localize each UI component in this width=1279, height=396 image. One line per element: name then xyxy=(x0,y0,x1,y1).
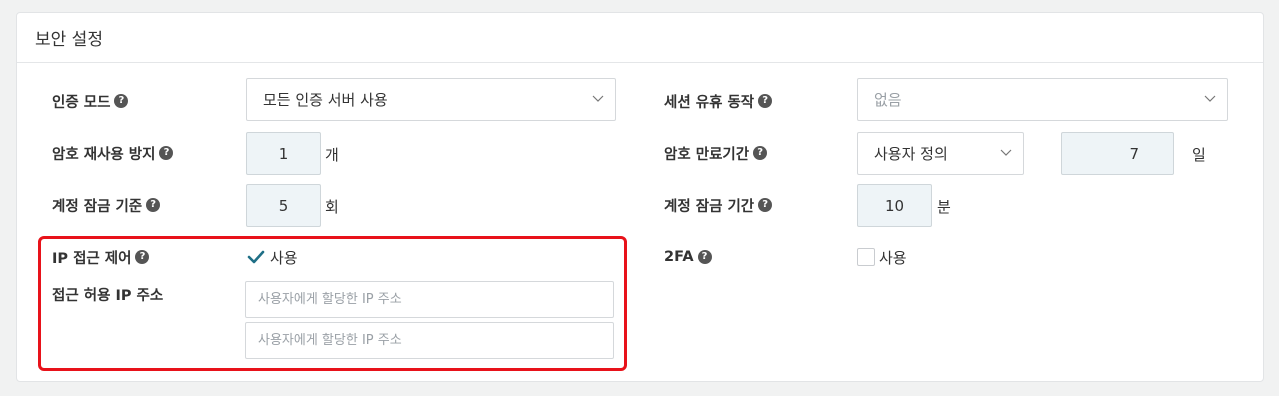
lock-threshold-label-text: 계정 잠금 기준 xyxy=(52,198,143,215)
twofa-label: 2FA ? xyxy=(664,247,712,267)
lock-threshold-label: 계정 잠금 기준 ? xyxy=(52,195,161,215)
panel-title: 보안 설정 xyxy=(17,13,1263,63)
session-action-value: 없음 xyxy=(874,91,902,109)
chevron-down-icon xyxy=(1000,149,1012,156)
help-icon[interactable]: ? xyxy=(758,198,773,212)
pw-expiry-unit: 일 xyxy=(1192,146,1206,164)
lock-threshold-input[interactable]: 5 xyxy=(246,184,321,227)
pw-expiry-type-select[interactable]: 사용자 정의 xyxy=(857,132,1024,175)
pw-reuse-input[interactable]: 1 xyxy=(246,132,321,175)
lock-duration-unit: 분 xyxy=(937,198,951,216)
pw-expiry-label: 암호 만료기간 ? xyxy=(664,143,768,163)
help-icon[interactable]: ? xyxy=(114,94,129,108)
chevron-down-icon xyxy=(592,95,604,102)
lock-threshold-unit: 회 xyxy=(325,198,339,216)
help-icon[interactable]: ? xyxy=(758,94,773,108)
pw-reuse-label: 암호 재사용 방지 ? xyxy=(52,143,174,163)
highlight-box xyxy=(38,236,627,371)
help-icon[interactable]: ? xyxy=(753,146,768,160)
auth-mode-label: 인증 모드 ? xyxy=(52,91,129,111)
auth-mode-label-text: 인증 모드 xyxy=(52,94,111,111)
auth-mode-value: 모든 인증 서버 사용 xyxy=(263,91,388,109)
lock-duration-label: 계정 잠금 기간 ? xyxy=(664,195,773,215)
pw-reuse-label-text: 암호 재사용 방지 xyxy=(52,146,156,163)
pw-expiry-label-text: 암호 만료기간 xyxy=(664,146,750,163)
twofa-checkbox-label: 사용 xyxy=(879,248,907,267)
lock-duration-input[interactable]: 10 xyxy=(857,184,932,227)
session-action-label: 세션 유휴 동작 ? xyxy=(664,91,773,111)
session-action-select[interactable]: 없음 xyxy=(857,78,1228,121)
pw-expiry-type-value: 사용자 정의 xyxy=(874,145,948,163)
help-icon[interactable]: ? xyxy=(697,250,712,264)
help-icon[interactable]: ? xyxy=(146,198,161,212)
auth-mode-select[interactable]: 모든 인증 서버 사용 xyxy=(246,78,616,121)
twofa-label-text: 2FA xyxy=(664,249,694,265)
twofa-toggle[interactable]: 사용 xyxy=(857,247,907,267)
pw-expiry-days-input[interactable]: 7 xyxy=(1061,132,1174,175)
lock-duration-label-text: 계정 잠금 기간 xyxy=(664,198,755,215)
help-icon[interactable]: ? xyxy=(159,146,174,160)
chevron-down-icon xyxy=(1204,95,1216,102)
pw-reuse-unit: 개 xyxy=(325,146,339,164)
session-action-label-text: 세션 유휴 동작 xyxy=(664,94,755,111)
twofa-checkbox[interactable] xyxy=(857,248,875,266)
